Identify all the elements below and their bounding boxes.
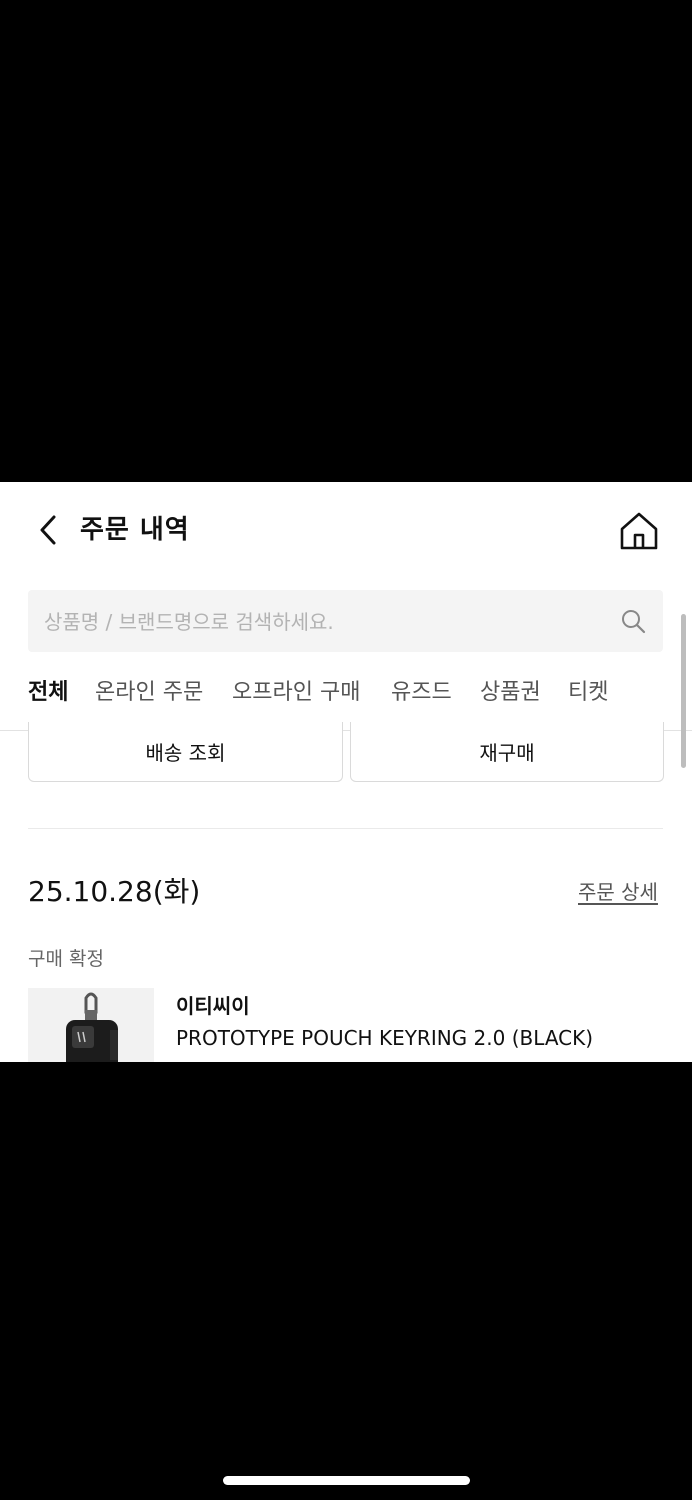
back-button[interactable]: [34, 512, 64, 548]
order-history-screen: 주문 내역 전체 온라인 주문 오프라인 구매 유즈드 상품권 티켓 배송 조회…: [0, 482, 692, 1062]
chevron-left-icon: [40, 515, 56, 545]
tab-all[interactable]: 전체: [28, 670, 69, 728]
delivery-tracking-button[interactable]: 배송 조회: [28, 722, 343, 782]
product-name[interactable]: PROTOTYPE POUCH KEYRING 2.0 (BLACK): [176, 1026, 593, 1050]
reorder-button[interactable]: 재구매: [350, 722, 664, 782]
search-bar: [28, 590, 663, 654]
product-brand: 이티씨이: [176, 994, 250, 1018]
keyring-pouch-image: [66, 992, 118, 1062]
order-date: 25.10.28(화): [28, 875, 201, 908]
scrollbar[interactable]: [681, 614, 686, 768]
order-detail-link[interactable]: 주문 상세: [578, 876, 658, 905]
page-title: 주문 내역: [80, 515, 190, 545]
section-divider: [28, 828, 663, 829]
tab-gift-card[interactable]: 상품권: [480, 670, 541, 728]
home-indicator[interactable]: [223, 1476, 470, 1485]
product-image[interactable]: [28, 988, 154, 1062]
tab-online-order[interactable]: 온라인 주문: [95, 670, 203, 728]
home-icon: [620, 512, 658, 550]
tab-used[interactable]: 유즈드: [391, 670, 452, 728]
search-input[interactable]: [42, 590, 616, 654]
order-status: 구매 확정: [28, 948, 104, 970]
home-button[interactable]: [618, 510, 660, 552]
tab-ticket[interactable]: 티켓: [568, 670, 608, 728]
header: 주문 내역: [0, 482, 692, 578]
tab-offline-purchase[interactable]: 오프라인 구매: [232, 670, 360, 728]
search-icon[interactable]: [620, 608, 646, 634]
